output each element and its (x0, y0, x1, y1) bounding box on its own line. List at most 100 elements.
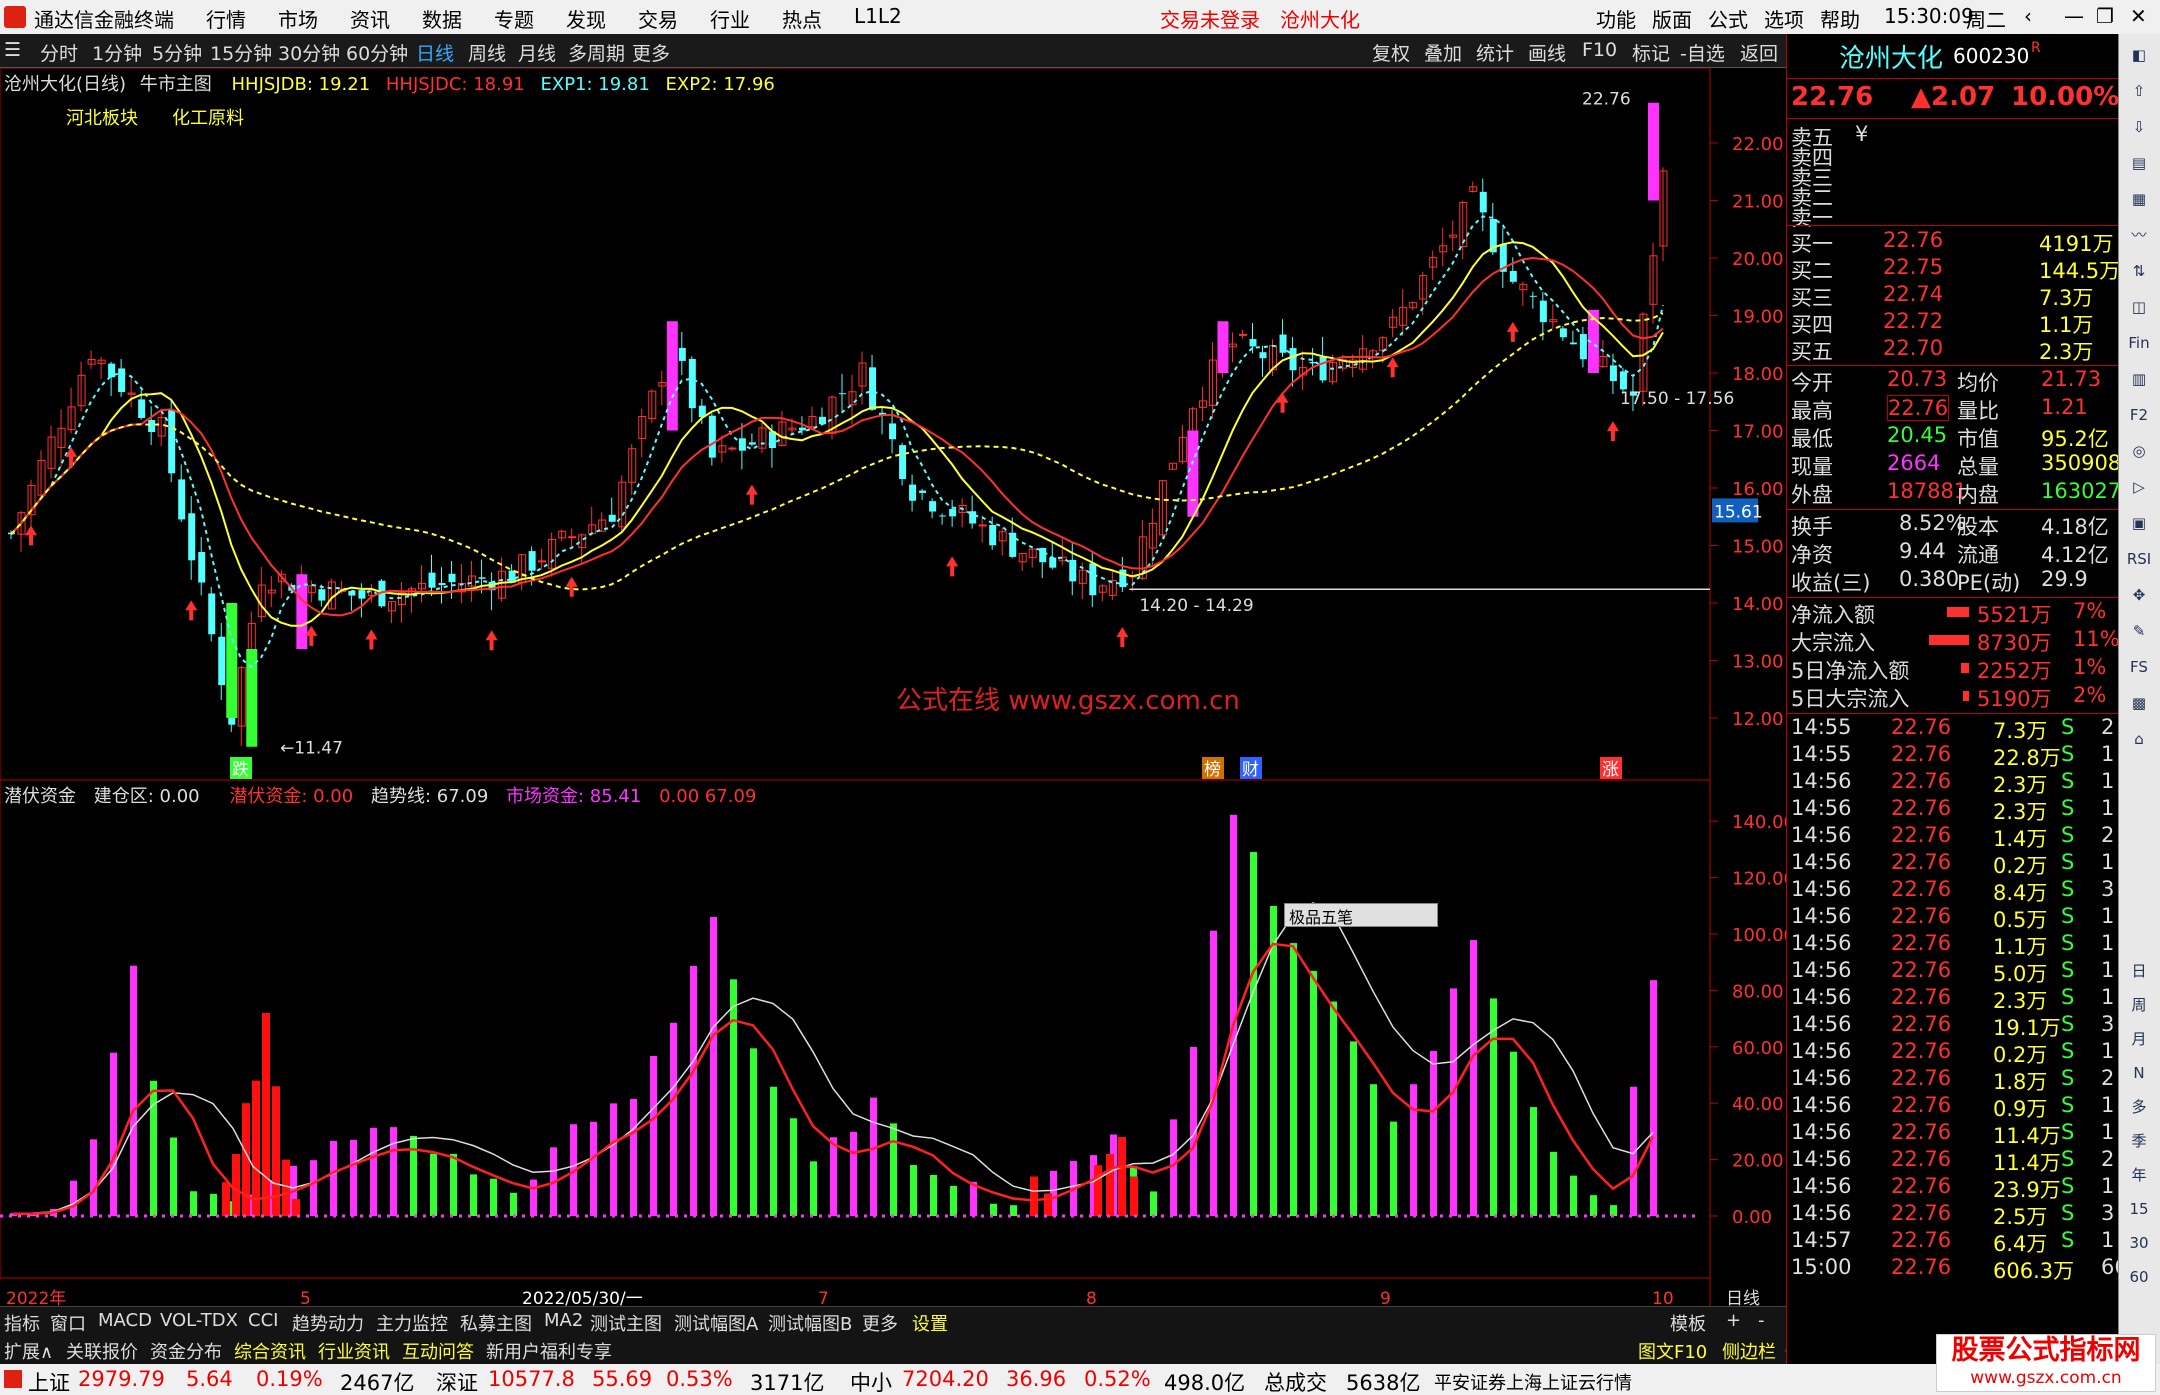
sector-tag[interactable]: 河北板块 (66, 104, 138, 130)
stat-row[interactable]: 外盘 187881 内盘 163027 (1787, 479, 2121, 507)
tick-row[interactable]: 14:55 22.76 22.8万 S 1 (1787, 742, 2119, 770)
period-shortcut[interactable]: 15 (2122, 1194, 2156, 1224)
toolbar-button[interactable]: 返回 (1740, 39, 1778, 66)
tick-row[interactable]: 14:56 22.76 2.3万 S 1 (1787, 796, 2119, 824)
chart-area[interactable]: 22.00 21.00 20.00 19.00 18.00 17.00 16.00 15.00… (0, 68, 1786, 1306)
ime-toolbar[interactable]: 极品五笔 (1284, 903, 1438, 927)
menu-item[interactable]: 数据 (422, 4, 462, 33)
sector-tag[interactable]: 化工原料 (172, 104, 244, 130)
tick-row[interactable]: 14:56 22.76 2.5万 S 3 (1787, 1201, 2119, 1229)
menu-item[interactable]: 功能 (1596, 4, 1636, 33)
template-button[interactable]: 模板 (1670, 1310, 1706, 1336)
close-icon[interactable]: ✕ (2130, 4, 2147, 28)
side-tool-icon[interactable]: ▤ (2122, 148, 2156, 178)
bid-row[interactable]: 买五 22.70 2.3万 (1787, 336, 2119, 364)
bottom-tab[interactable]: MA2 (544, 1310, 583, 1331)
stat-row[interactable]: 今开 20.73 均价 21.73 (1787, 367, 2119, 395)
side-tool-icon[interactable]: ◎ (2122, 436, 2156, 466)
period-shortcut[interactable]: 60 (2122, 1262, 2156, 1292)
toolbar-button[interactable]: 标记 (1632, 39, 1670, 66)
tick-row[interactable]: 14:56 22.76 0.2万 S 1 (1787, 1039, 2119, 1067)
tick-row[interactable]: 14:56 22.76 0.5万 S 1 (1787, 904, 2119, 932)
flow-row[interactable]: 5日净流入额 2252万 1% (1787, 655, 2119, 683)
bottom-tab[interactable]: 指标 (4, 1310, 40, 1336)
toolbar-button[interactable]: -自选 (1680, 39, 1725, 66)
flow-row[interactable]: 5日大宗流入 5190万 2% (1787, 683, 2119, 711)
stat-row[interactable]: 最高 22.76 量比 1.21 (1787, 395, 2119, 423)
side-tool-icon[interactable]: ⇩ (2122, 112, 2156, 142)
bottom-tab[interactable]: 主力监控 (376, 1310, 448, 1336)
sz-label[interactable]: 深证 (436, 1367, 478, 1395)
bottom-tab[interactable]: 窗口 (50, 1310, 86, 1336)
period-tab[interactable]: 5分钟 (152, 39, 202, 66)
tick-row[interactable]: 14:56 22.76 5.0万 S 1 (1787, 958, 2119, 986)
stat2-row[interactable]: 换手 8.52% 股本 4.18亿 (1787, 511, 2119, 539)
ext-tab[interactable]: 新用户福利专享 (486, 1338, 612, 1364)
menu-item[interactable]: 市场 (278, 4, 318, 33)
stat-row[interactable]: 最低 20.45 市值 95.2亿 (1787, 423, 2119, 451)
period-shortcut[interactable]: 日 (2122, 956, 2156, 986)
bottom-tab[interactable]: 趋势动力 (292, 1310, 364, 1336)
menu-item[interactable]: 帮助 (1820, 4, 1860, 33)
remove-button[interactable]: - (1758, 1310, 1765, 1331)
ext-tab[interactable]: 资金分布 (150, 1338, 222, 1364)
bid-row[interactable]: 买四 22.72 1.1万 (1787, 309, 2119, 337)
tick-row[interactable]: 14:55 22.76 7.3万 S 2 (1787, 715, 2119, 743)
login-status[interactable]: 交易未登录 (1160, 4, 1260, 33)
menu-item[interactable]: 行情 (206, 4, 246, 33)
ext-tab[interactable]: 关联报价 (66, 1338, 138, 1364)
tick-row[interactable]: 14:56 22.76 2.3万 S 1 (1787, 769, 2119, 797)
stat2-row[interactable]: 净资 9.44 流通 4.12亿 (1787, 539, 2119, 567)
menu-item[interactable]: 发现 (566, 4, 606, 33)
menu-item[interactable]: L1L2 (854, 4, 902, 28)
toolbar-button[interactable]: F10 (1582, 39, 1617, 61)
bottom-tab[interactable]: CCI (248, 1310, 278, 1331)
main-chart-template[interactable]: 牛市主图 (140, 74, 212, 95)
tick-row[interactable]: 14:56 22.76 19.1万 S 3 (1787, 1012, 2119, 1040)
period-tab-more[interactable]: 更多 (632, 39, 670, 66)
bottom-tab[interactable]: 测试主图 (590, 1310, 662, 1336)
menu-item[interactable]: 选项 (1764, 4, 1804, 33)
side-tool-icon[interactable]: F2 (2122, 400, 2156, 430)
tick-row[interactable]: 14:56 22.76 1.8万 S 2 (1787, 1066, 2119, 1094)
period-shortcut[interactable]: 季 (2122, 1126, 2156, 1156)
restore-icon[interactable]: ❐ (2096, 4, 2114, 28)
menu-item[interactable]: 交易 (638, 4, 678, 33)
bottom-tab[interactable]: 私募主图 (460, 1310, 532, 1336)
side-tool-icon[interactable]: RSI (2122, 544, 2156, 574)
period-tab-active[interactable]: 日线 (416, 39, 454, 66)
menu-icon[interactable]: ☰ (4, 39, 21, 61)
side-tool-icon[interactable]: Fin (2122, 328, 2156, 358)
bid-row[interactable]: 买三 22.74 7.3万 (1787, 282, 2119, 310)
ext-tab[interactable]: 行业资讯 (318, 1338, 390, 1364)
add-button[interactable]: + (1726, 1310, 1741, 1331)
side-tool-icon[interactable]: ▣ (2122, 508, 2156, 538)
period-shortcut[interactable]: 月 (2122, 1024, 2156, 1054)
side-tool-icon[interactable]: ◫ (2122, 292, 2156, 322)
tick-row[interactable]: 14:56 22.76 11.4万 S 2 (1787, 1147, 2119, 1175)
side-tool-icon[interactable]: ▷ (2122, 472, 2156, 502)
bottom-tab[interactable]: VOL-TDX (160, 1310, 238, 1331)
menu-item[interactable]: 行业 (710, 4, 750, 33)
bottom-tab[interactable]: 设置 (912, 1310, 948, 1336)
zx-label[interactable]: 中小 (850, 1367, 892, 1395)
period-tab[interactable]: 多周期 (568, 39, 625, 66)
side-tool-icon[interactable]: FS (2122, 652, 2156, 682)
minimize-icon[interactable]: — (2064, 4, 2084, 28)
back-icon[interactable]: ‹ (2024, 4, 2032, 28)
bottom-tab[interactable]: MACD (98, 1310, 152, 1331)
period-shortcut[interactable]: N (2122, 1058, 2156, 1088)
side-tool-icon[interactable]: ⇧ (2122, 76, 2156, 106)
period-shortcut[interactable]: 多 (2122, 1092, 2156, 1122)
toolbar-button[interactable]: 画线 (1528, 39, 1566, 66)
tick-row[interactable]: 14:57 22.76 6.4万 S 1 (1787, 1228, 2119, 1256)
tick-row[interactable]: 14:56 22.76 0.2万 S 1 (1787, 850, 2119, 878)
period-tab[interactable]: 分时 (40, 39, 78, 66)
side-tool-icon[interactable]: ✥ (2122, 580, 2156, 610)
stat-row[interactable]: 现量 2664 总量 350908 (1787, 451, 2121, 479)
bid-row[interactable]: 买二 22.75 144.5万 (1787, 255, 2120, 283)
tick-row[interactable]: 14:56 22.76 23.9万 S 1 (1787, 1174, 2119, 1202)
ext-tab[interactable]: 侧边栏《 (1722, 1338, 1794, 1364)
toolbar-button[interactable]: 复权 (1372, 39, 1410, 66)
side-tool-icon[interactable]: ✎ (2122, 616, 2156, 646)
